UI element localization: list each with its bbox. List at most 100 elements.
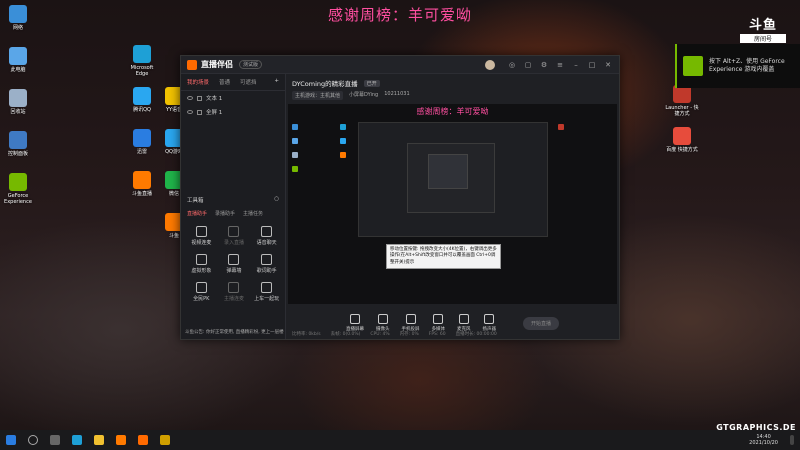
lock-icon[interactable] [197,109,202,115]
scene-tabs: 我的场景 普通 可遮挡 + [181,74,285,91]
desktop-icon[interactable]: 控制面板 [0,131,36,157]
stream-preview[interactable]: 感谢周榜：羊可爱呦 移动位置按键: 拖拽改变大小(4K位置)，右键调出更多操作(… [288,104,617,304]
task-view-icon[interactable] [50,435,60,445]
desktop-icon-label: 斗鱼直播 [131,191,152,197]
status-item: 丢帧: 0(0.0%) [330,332,361,337]
lock-icon[interactable] [197,95,202,101]
app-shortcut-icon [9,173,27,191]
skin-icon[interactable]: ◎ [507,60,517,70]
desktop-icon-label: Launcher - 快捷方式 [665,105,699,117]
room-info-row: 主机游戏：主机其他 小屏幕DYing 10211031 [286,88,619,103]
room-id: 10211031 [384,91,410,97]
tab-live-assistant[interactable]: 直播助手 [187,210,207,217]
eye-icon[interactable] [187,96,193,100]
explorer-taskbar-icon[interactable] [94,435,104,445]
desktop-icon[interactable]: 斗鱼直播 [124,171,160,197]
streaming-app-window[interactable]: 直播伴侣 测试版 ◎ ▢ ⚙ ≡ – □ ✕ 我的场景 普通 可遮挡 + 文本 … [180,55,620,340]
toolbox-collapse-icon[interactable]: ○ [274,196,279,204]
main-area: DYComing的精彩直播 已开 主机游戏：主机其他 小屏幕DYing 1021… [286,74,619,339]
tool-taskbar-icon[interactable] [160,435,170,445]
tool-button[interactable]: 主播连麦 [218,282,251,302]
toolbox-tabs: 直播助手 录播助手 主播任务 [187,210,279,217]
app-shortcut-icon [133,87,151,105]
version-badge[interactable]: 测试版 [239,60,263,69]
tool-button[interactable]: 歌词助手 [250,254,283,274]
tab-my-scene[interactable]: 我的场景 [187,78,209,86]
add-scene-icon[interactable]: + [274,78,279,86]
eye-icon[interactable] [187,110,193,114]
start-stream-button[interactable]: 开始直播 [522,316,559,330]
app-shortcut-icon [133,171,151,189]
maximize-icon[interactable]: □ [587,60,597,70]
tool-button[interactable]: 虚拟形象 [185,254,218,274]
tool-button[interactable]: 弹幕墙 [218,254,251,274]
app-shortcut-icon [133,45,151,63]
tab-streamer-tasks[interactable]: 主播任务 [243,210,263,217]
douyu-logo: 斗鱼 [748,18,777,33]
tool-button[interactable]: 全民PK [185,282,218,302]
room-tag: 房间号 [740,34,786,43]
announcement-text: 斗鱼公告: 你好正常使用, 直播精彩纷, 更上一层楼 [185,330,284,335]
tab-normal[interactable]: 普通 [219,78,230,86]
scene-item[interactable]: 全屏 1 [181,105,285,119]
desktop-icon[interactable]: 百度 快捷方式 [664,127,700,153]
desktop-icon[interactable]: Microsoft Edge [124,45,160,77]
nvidia-toast[interactable]: 按下 Alt+Z、使用 GeForce Experience 游戏内覆盖 [675,44,800,88]
desktop-icon[interactable]: 腾讯QQ [124,87,160,113]
edge-taskbar-icon[interactable] [72,435,82,445]
desktop-icon[interactable]: Launcher - 快捷方式 [664,85,700,117]
desktop-icon-label: Microsoft Edge [130,65,154,77]
minimize-icon[interactable]: – [571,60,581,70]
room-title[interactable]: DYComing的精彩直播 [292,78,358,88]
settings-icon[interactable]: ⚙ [539,60,549,70]
desktop-icon[interactable]: 迅雷 [124,129,160,155]
desktop-icon[interactable]: GeForce Experience [0,173,36,205]
desktop-icon[interactable]: 此电脑 [0,47,36,73]
app-logo-icon [187,59,197,70]
preview-desktop-icon [340,152,346,158]
close-icon[interactable]: ✕ [603,60,613,70]
desktop-icon-label: 控制面板 [7,151,28,157]
app-shortcut-icon [133,129,151,147]
tool-button[interactable]: 上车一起玩 [250,282,283,302]
source-icon [405,314,416,324]
app-titlebar[interactable]: 直播伴侣 测试版 ◎ ▢ ⚙ ≡ – □ ✕ [181,56,619,74]
tab-overlay[interactable]: 可遮挡 [240,78,257,86]
desktop-icon-label: 百度 快捷方式 [666,147,698,153]
douyu-taskbar-icon[interactable] [116,435,126,445]
taskbar-clock[interactable]: 14:40 2021/10/20 [749,434,778,447]
show-desktop-button[interactable] [790,435,794,445]
tool-icon [261,226,273,237]
category-chip[interactable]: 主机游戏：主机其他 [292,91,344,100]
avatar[interactable] [485,59,495,70]
room-title-row: DYComing的精彩直播 已开 [286,74,619,88]
scene-panel: 我的场景 普通 可遮挡 + 文本 1 全屏 1 工具箱 ○ 直播助手 录播助手 … [181,74,286,339]
app-taskbar-icon[interactable] [138,435,148,445]
nested-preview-window-inner [407,143,495,213]
tool-button[interactable]: 视频连麦 [185,226,218,246]
preview-desktop-icon [340,138,346,144]
preview-desktop-icon [340,124,346,130]
scene-item[interactable]: 文本 1 [181,91,285,105]
desktop-icon[interactable]: 网络 [0,5,36,31]
tool-icon [195,254,207,265]
tab-record-assistant[interactable]: 录播助手 [215,210,235,217]
preview-overlay-title: 感谢周榜：羊可爱呦 [416,107,489,116]
app-brand: 直播伴侣 [187,59,233,70]
nested-preview-window [358,122,548,237]
desktop-icon-label: 腾讯QQ [133,107,151,113]
desktop-icon-label: 迅雷 [136,149,147,155]
status-item: 直播时长: 00:00:00 [455,332,497,337]
search-icon[interactable] [28,435,38,445]
app-shortcut-icon [673,127,691,145]
tool-button[interactable]: 语音聊天 [250,226,283,246]
toolbox-title: 工具箱 [187,198,204,204]
tool-button[interactable]: 录入直播 [218,226,251,246]
tool-icon [228,254,240,265]
menu-icon[interactable]: ≡ [555,60,565,70]
desktop-icon-label: GeForce Experience [4,193,32,205]
tool-label: 主播连麦 [223,296,244,302]
message-icon[interactable]: ▢ [523,60,533,70]
desktop-icon[interactable]: 回收站 [0,89,36,115]
start-icon[interactable] [6,435,16,445]
